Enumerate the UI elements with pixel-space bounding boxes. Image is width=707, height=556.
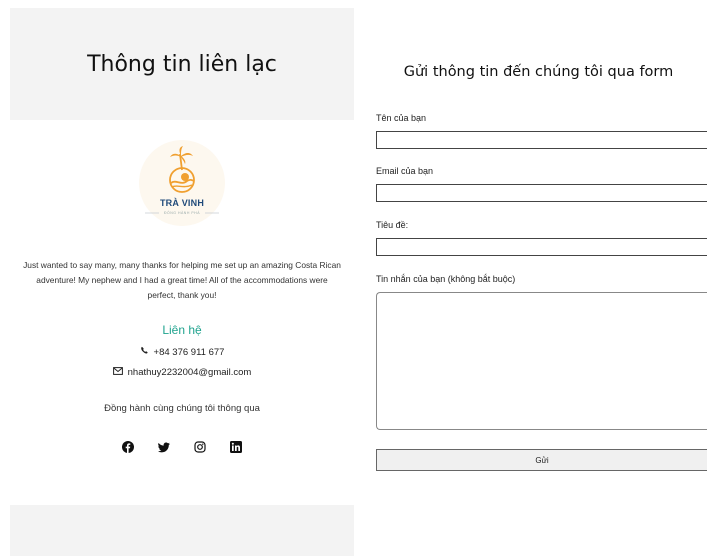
logo-subtitle: ĐÓNG HÀNH PHÁ	[163, 211, 201, 215]
message-field[interactable]	[376, 292, 707, 430]
form-title: Gửi thông tin đến chúng tôi qua form	[403, 64, 674, 80]
facebook-icon[interactable]	[121, 440, 135, 454]
phone-number[interactable]: +84 376 911 677	[154, 347, 225, 358]
contact-info-title: Thông tin liên lạc	[87, 51, 277, 77]
subject-label: Tiêu đề:	[376, 220, 409, 230]
instagram-icon[interactable]	[193, 440, 207, 454]
submit-button[interactable]: Gửi	[376, 449, 707, 471]
email-label: Email của bạn	[376, 166, 434, 176]
contact-footer-panel	[10, 505, 354, 556]
name-label: Tên của bạn	[376, 113, 427, 123]
twitter-icon[interactable]	[157, 440, 171, 454]
subject-field[interactable]	[376, 238, 707, 256]
email-address[interactable]: nhathuy2232004@gmail.com	[128, 367, 252, 378]
linkedin-icon[interactable]	[229, 440, 243, 454]
tra-vinh-logo: TRÀ VINH ĐÓNG HÀNH PHÁ	[139, 140, 225, 226]
message-label: Tin nhắn của bạn (không bắt buộc)	[376, 274, 516, 284]
testimonial-text: Just wanted to say many, many thanks for…	[23, 260, 341, 300]
social-links	[10, 440, 354, 454]
logo-name: TRÀ VINH	[159, 198, 205, 208]
mail-icon	[112, 367, 123, 377]
contact-heading: Liên hệ	[162, 323, 202, 337]
email-field[interactable]	[376, 184, 707, 202]
email-line: nhathuy2232004@gmail.com	[10, 367, 354, 378]
phone-line: +84 376 911 677	[10, 346, 354, 358]
social-follow-text: Đồng hành cùng chúng tôi thông qua	[104, 403, 260, 414]
contact-info-header: Thông tin liên lạc	[10, 8, 354, 120]
phone-icon	[140, 346, 149, 357]
name-field[interactable]	[376, 131, 707, 149]
